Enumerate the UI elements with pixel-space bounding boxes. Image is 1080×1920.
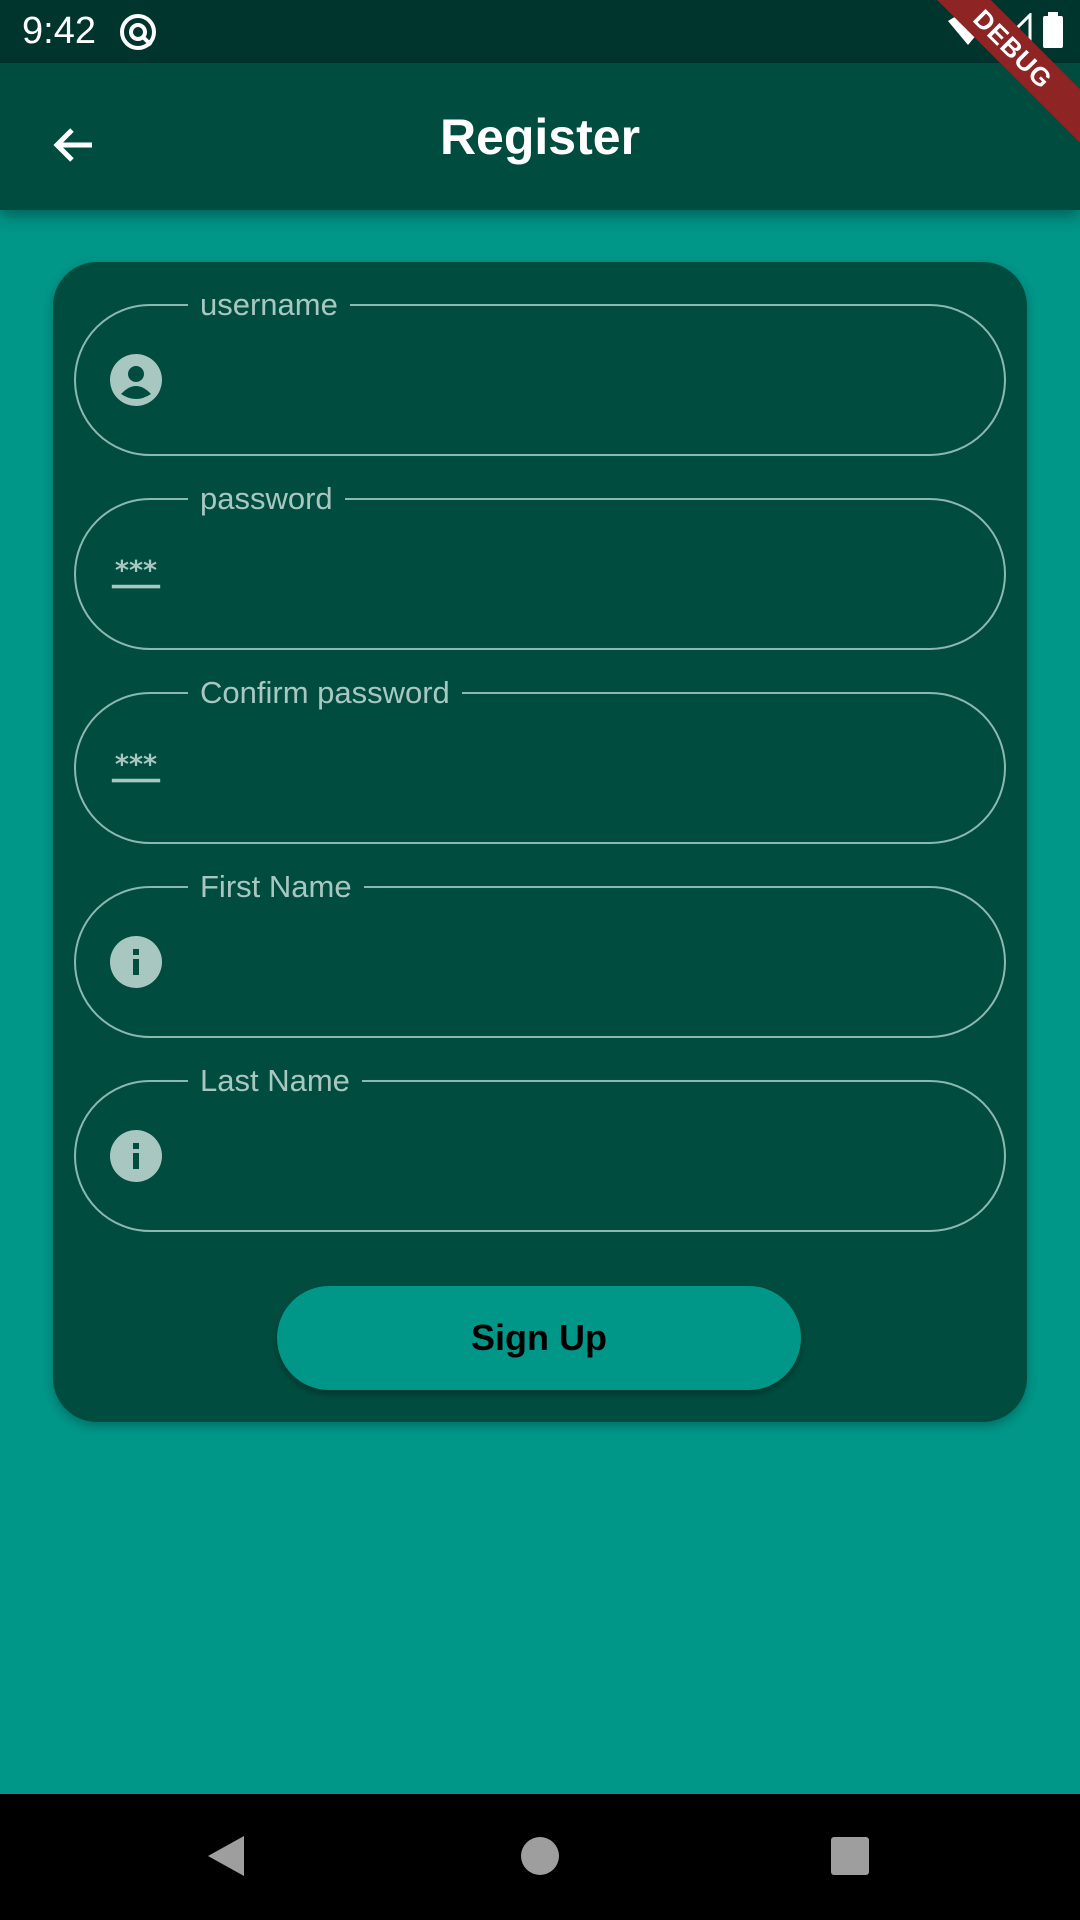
first-name-field[interactable]: First Name [74, 867, 1006, 1038]
system-nav-bar [0, 1794, 1080, 1920]
nav-back-button[interactable] [194, 1826, 258, 1890]
page-title: Register [439, 109, 641, 165]
status-bar: 9:42 [0, 0, 1080, 63]
confirm-password-input[interactable] [206, 734, 944, 806]
register-screen: 9:42 Register DEBUG username password **… [0, 0, 1080, 1920]
field-label: Confirm password [188, 673, 462, 713]
svg-text:***: *** [115, 750, 157, 780]
app-bar: Register [0, 63, 1080, 210]
nav-home-button[interactable] [508, 1826, 572, 1890]
confirm-password-field[interactable]: Confirm password *** [74, 673, 1006, 844]
field-label: First Name [188, 867, 364, 907]
field-label: Last Name [188, 1061, 362, 1101]
status-time: 9:42 [22, 10, 96, 52]
password-input[interactable] [206, 540, 944, 612]
svg-text:***: *** [115, 556, 157, 586]
last-name-input[interactable] [206, 1122, 944, 1194]
account-circle-icon [110, 354, 162, 406]
field-label: password [188, 479, 345, 519]
last-name-field[interactable]: Last Name [74, 1061, 1006, 1232]
nav-recents-button[interactable] [818, 1826, 882, 1890]
nav-recents-icon [830, 1836, 870, 1881]
field-label: username [188, 285, 350, 325]
username-input[interactable] [206, 346, 944, 418]
nav-back-icon [204, 1832, 248, 1885]
password-field[interactable]: password *** [74, 479, 1006, 650]
info-icon [110, 1130, 162, 1182]
password-icon: *** [110, 548, 162, 600]
register-form-card: username password *** Confirm password *… [53, 262, 1027, 1422]
password-icon: *** [110, 742, 162, 794]
info-icon [110, 936, 162, 988]
sign-up-button[interactable]: Sign Up [277, 1286, 801, 1390]
battery-icon [1042, 11, 1064, 53]
username-field[interactable]: username [74, 285, 1006, 456]
nav-home-icon [520, 1836, 560, 1881]
app-notification-icon [118, 12, 158, 52]
first-name-input[interactable] [206, 928, 944, 1000]
